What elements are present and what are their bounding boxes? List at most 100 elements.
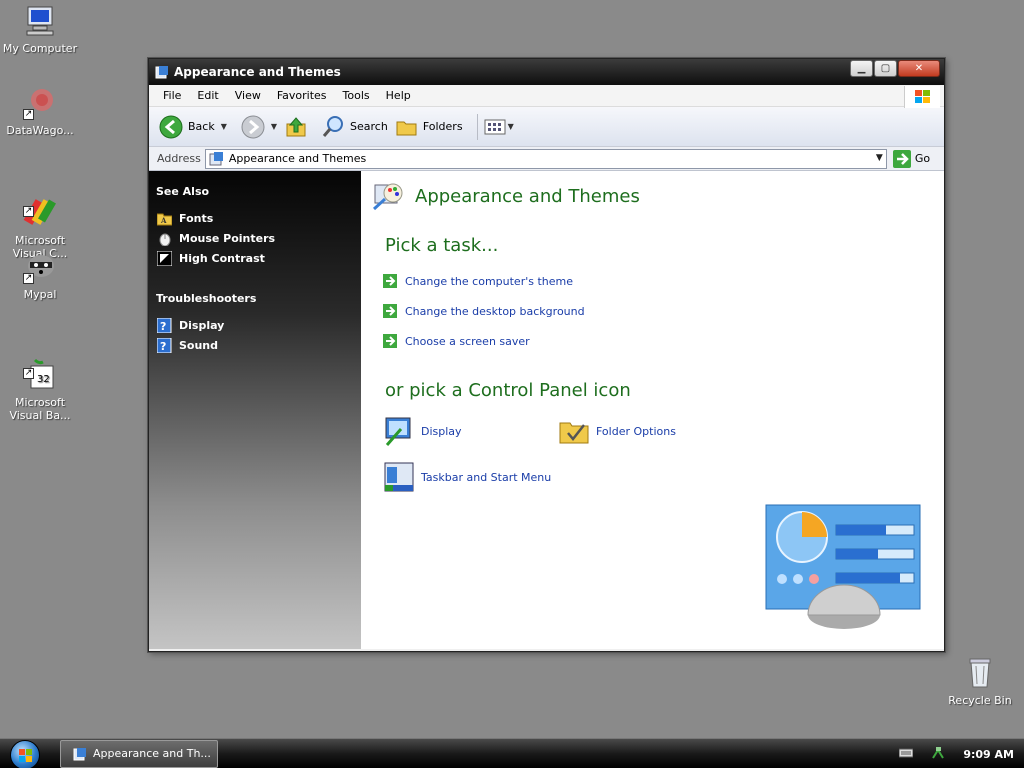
views-button[interactable]: ▼ bbox=[484, 118, 514, 136]
task-label: Change the computer's theme bbox=[405, 274, 573, 288]
task-arrow-icon bbox=[383, 334, 397, 348]
desktop-icon-label: My Computer bbox=[2, 42, 78, 55]
keyboard-icon[interactable] bbox=[898, 748, 914, 761]
see-also-label: Mouse Pointers bbox=[179, 231, 276, 245]
desktop-icon-mypal[interactable]: ↗ Mypal bbox=[0, 250, 80, 301]
address-dropdown-icon[interactable]: ▼ bbox=[876, 153, 883, 163]
back-dropdown-icon[interactable]: ▼ bbox=[221, 122, 227, 131]
views-dropdown-icon[interactable]: ▼ bbox=[508, 122, 514, 131]
go-label: Go bbox=[914, 152, 931, 165]
control-panel-icon bbox=[155, 66, 168, 79]
page-title: Appearance and Themes bbox=[371, 179, 944, 213]
shortcut-arrow-icon: ↗ bbox=[23, 109, 34, 120]
up-folder-button[interactable] bbox=[285, 116, 307, 138]
taskbar: Appearance and Th... 9:09 AM bbox=[0, 738, 1024, 768]
shortcut-arrow-icon: ↗ bbox=[23, 273, 34, 284]
mypal-raccoon-icon: ↗ bbox=[23, 250, 57, 284]
forward-arrow-icon bbox=[241, 115, 265, 138]
forward-button[interactable]: ▼ bbox=[241, 115, 277, 139]
desktop-icon-my-computer[interactable]: My Computer bbox=[0, 4, 80, 55]
task-screen-saver[interactable]: Choose a screen saver bbox=[383, 326, 944, 356]
menu-tools[interactable]: Tools bbox=[335, 89, 378, 102]
toolbar-separator bbox=[476, 113, 478, 140]
close-button[interactable]: ✕ bbox=[898, 60, 940, 77]
computer-icon bbox=[23, 4, 57, 38]
high-contrast-icon bbox=[157, 250, 172, 266]
desktop-icon-datawagon[interactable]: ↗ DataWago... bbox=[0, 86, 80, 137]
visual-basic-icon: 32 ↗ bbox=[23, 345, 57, 389]
troubleshooter-sound[interactable]: ? Sound bbox=[157, 335, 355, 355]
go-button[interactable]: Go bbox=[892, 149, 931, 168]
desktop-icon-label: Mypal bbox=[23, 288, 57, 301]
svg-text:?: ? bbox=[160, 320, 166, 333]
address-input[interactable]: Appearance and Themes ▼ bbox=[204, 148, 887, 169]
search-label: Search bbox=[350, 120, 388, 133]
task-arrow-icon bbox=[383, 304, 397, 318]
see-also-fonts[interactable]: A Fonts bbox=[157, 208, 355, 228]
see-also-mouse-pointers[interactable]: Mouse Pointers bbox=[157, 228, 355, 248]
main-title-text: Appearance and Themes bbox=[415, 185, 640, 207]
go-arrow-icon bbox=[892, 149, 911, 168]
cp-icon-taskbar-start-menu[interactable]: Taskbar and Start Menu bbox=[383, 457, 643, 497]
cp-icon-folder-options[interactable]: Folder Options bbox=[558, 411, 733, 451]
menu-file[interactable]: File bbox=[155, 89, 189, 102]
back-label: Back bbox=[188, 120, 215, 133]
forward-dropdown-icon[interactable]: ▼ bbox=[271, 122, 277, 131]
address-value: Appearance and Themes bbox=[228, 152, 367, 165]
troubleshooters-heading: Troubleshooters bbox=[156, 292, 257, 305]
toolbar: Back ▼ ▼ Search Folders ▼ bbox=[149, 107, 944, 147]
task-label: Choose a screen saver bbox=[405, 334, 530, 348]
see-also-high-contrast[interactable]: High Contrast bbox=[157, 248, 355, 268]
left-task-pane: See Also A Fonts Mouse Pointers High Con… bbox=[149, 171, 361, 649]
troubleshooter-display[interactable]: ? Display bbox=[157, 315, 355, 335]
svg-text:32: 32 bbox=[37, 374, 50, 385]
desktop-icon-recycle-bin[interactable]: Recycle Bin bbox=[940, 656, 1020, 707]
task-change-background[interactable]: Change the desktop background bbox=[383, 296, 944, 326]
menu-view[interactable]: View bbox=[227, 89, 269, 102]
task-arrow-icon bbox=[383, 274, 397, 288]
minimize-button[interactable]: ▁ bbox=[850, 60, 873, 77]
control-panel-illustration-icon bbox=[765, 504, 921, 629]
cp-icon-label: Taskbar and Start Menu bbox=[421, 470, 552, 484]
cp-icon-label: Folder Options bbox=[596, 424, 676, 438]
pick-task-heading: Pick a task... bbox=[385, 235, 499, 256]
svg-text:A: A bbox=[160, 216, 167, 225]
svg-text:?: ? bbox=[160, 340, 166, 353]
taskbar-window-button[interactable]: Appearance and Th... bbox=[60, 739, 218, 768]
desktop-icon-label: Microsoft Visual Ba... bbox=[9, 396, 71, 422]
clock[interactable]: 9:09 AM bbox=[963, 748, 1014, 761]
menu-edit[interactable]: Edit bbox=[189, 89, 226, 102]
task-change-theme[interactable]: Change the computer's theme bbox=[383, 266, 944, 296]
troubleshooter-label: Display bbox=[179, 318, 225, 332]
control-panel-icon bbox=[73, 747, 86, 760]
system-tray: 9:09 AM bbox=[898, 739, 1014, 768]
folder-options-icon bbox=[559, 422, 589, 444]
folders-label: Folders bbox=[422, 120, 463, 133]
search-icon bbox=[322, 115, 344, 137]
mouse-icon bbox=[159, 233, 171, 246]
display-icon bbox=[385, 417, 411, 446]
menu-favorites[interactable]: Favorites bbox=[269, 89, 335, 102]
pick-icon-heading: or pick a Control Panel icon bbox=[385, 380, 631, 401]
task-label: Change the desktop background bbox=[405, 304, 585, 318]
taskbar-window-label: Appearance and Th... bbox=[93, 747, 211, 760]
desktop-icon-label: Recycle Bin bbox=[948, 694, 1012, 707]
window-titlebar[interactable]: Appearance and Themes ▁ ▢ ✕ bbox=[149, 59, 944, 85]
see-also-label: High Contrast bbox=[179, 251, 265, 265]
cp-icon-display[interactable]: Display bbox=[383, 411, 558, 451]
back-button[interactable]: Back ▼ bbox=[159, 115, 227, 139]
main-pane: Appearance and Themes Pick a task... Cha… bbox=[361, 171, 944, 649]
folders-icon bbox=[396, 121, 417, 135]
desktop-icon-visual-basic[interactable]: 32 ↗ Microsoft Visual Ba... bbox=[0, 332, 80, 435]
network-icon[interactable] bbox=[931, 746, 945, 763]
maximize-button[interactable]: ▢ bbox=[874, 60, 897, 77]
shortcut-arrow-icon: ↗ bbox=[23, 368, 34, 379]
folders-button[interactable]: Folders bbox=[396, 117, 463, 137]
appearance-themes-icon bbox=[372, 183, 403, 211]
search-button[interactable]: Search bbox=[321, 115, 388, 139]
appearance-themes-window: Appearance and Themes ▁ ▢ ✕ File Edit Vi… bbox=[148, 58, 945, 652]
menu-help[interactable]: Help bbox=[378, 89, 419, 102]
start-button[interactable] bbox=[10, 739, 40, 768]
datawagon-icon: ↗ bbox=[23, 86, 57, 120]
desktop-icon-label: DataWago... bbox=[6, 124, 74, 137]
